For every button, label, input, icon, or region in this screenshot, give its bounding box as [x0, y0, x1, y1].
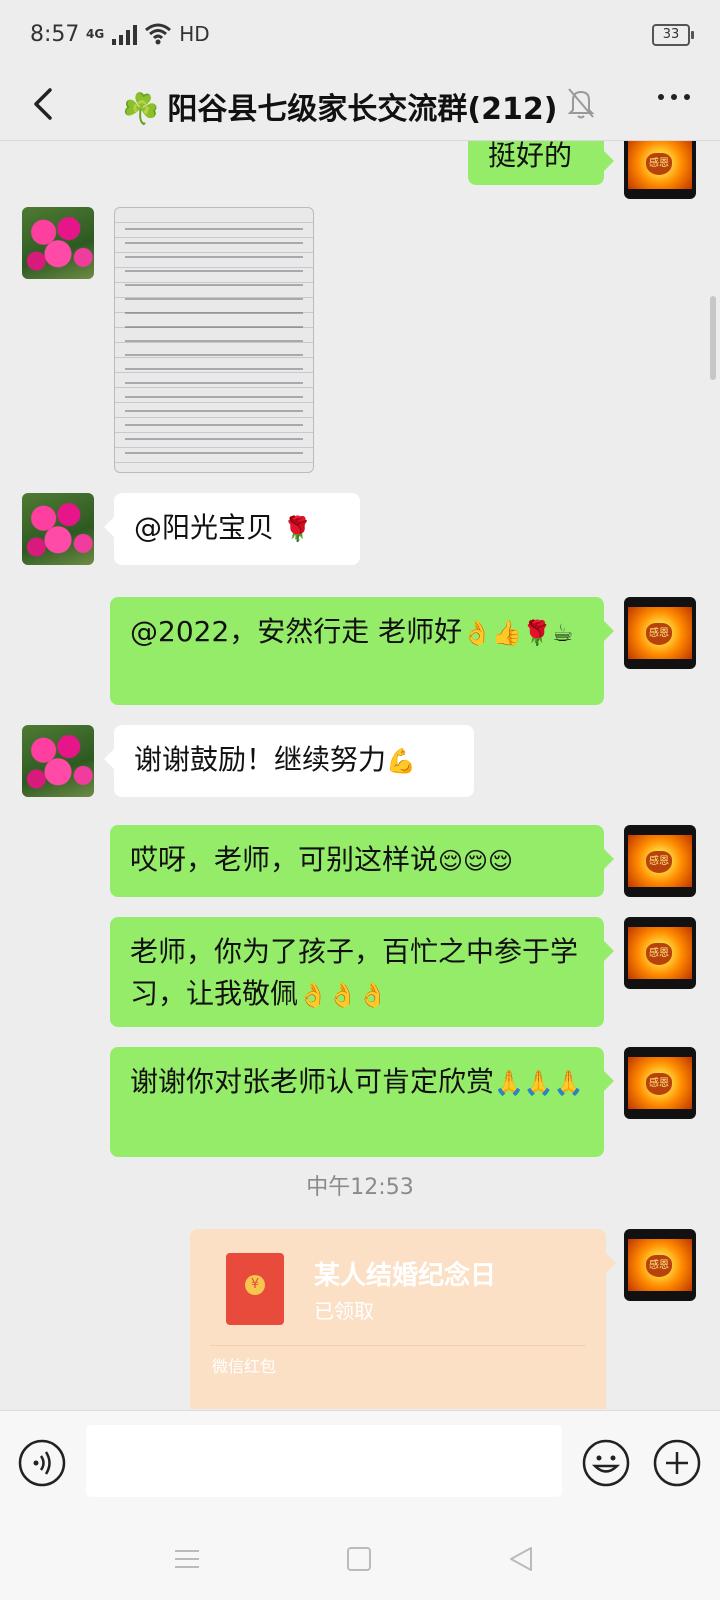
plus-icon[interactable]: [653, 1439, 701, 1487]
message-text: @2022，安然行走 老师好: [130, 615, 463, 648]
avatar-other[interactable]: [22, 493, 94, 565]
message-bubble-self[interactable]: @2022，安然行走 老师好👌👍🌹☕: [110, 597, 614, 705]
message-bubble-self[interactable]: 挺好的: [468, 141, 614, 185]
emoji-group: 😌😌😌: [438, 847, 514, 875]
back-triangle-icon[interactable]: [506, 1544, 536, 1574]
emoji-group: 👌👌👌: [298, 981, 388, 1009]
wifi-icon: [145, 23, 172, 45]
divider: [210, 1345, 586, 1346]
message-text: 谢谢鼓励！继续努力: [134, 743, 387, 776]
avatar-self[interactable]: 感恩: [624, 825, 696, 897]
rose-emoji: 🌹: [282, 515, 313, 543]
home-icon[interactable]: [344, 1544, 374, 1574]
status-bar: 8:57 4G HD 33: [0, 0, 720, 70]
more-dots-icon[interactable]: [658, 94, 690, 100]
message-bubble-other[interactable]: @阳光宝贝 🌹: [104, 493, 360, 565]
message-text: @阳光宝贝: [134, 511, 283, 544]
network-indicator: 4G HD: [86, 22, 210, 46]
message-bubble-other[interactable]: 谢谢鼓励！继续努力💪: [104, 725, 474, 797]
status-time: 8:57: [30, 22, 80, 47]
chat-title: ☘️ 阳谷县七级家长交流群(212): [122, 84, 557, 128]
emoji-group: 👌👍🌹☕: [462, 619, 574, 647]
battery-icon: 33: [652, 24, 694, 46]
avatar-self[interactable]: 感恩: [624, 1229, 696, 1301]
clover-icon: ☘️: [122, 92, 160, 127]
emoji-group: 🙏🙏🙏: [494, 1069, 584, 1097]
red-envelope-icon: ¥: [226, 1253, 284, 1325]
scrollbar[interactable]: [710, 296, 716, 380]
hd-indicator: HD: [179, 22, 210, 46]
red-packet-footer: 微信红包: [212, 1357, 277, 1376]
muscle-emoji: 💪: [386, 747, 416, 775]
battery-level: 33: [662, 27, 680, 42]
message-text: 挺好的: [488, 141, 573, 172]
avatar-other[interactable]: [22, 725, 94, 797]
voice-icon[interactable]: [18, 1439, 66, 1487]
bell-off-icon: [567, 88, 595, 119]
message-input[interactable]: [86, 1425, 562, 1497]
emoji-icon[interactable]: [582, 1439, 630, 1487]
message-image[interactable]: [114, 207, 314, 473]
avatar-self[interactable]: 感恩: [624, 1047, 696, 1119]
message-bubble-self[interactable]: 谢谢你对张老师认可肯定欣赏🙏🙏🙏: [110, 1047, 614, 1157]
menu-icon[interactable]: [172, 1544, 202, 1574]
red-packet-card[interactable]: ¥ 某人结婚纪念日 已领取 微信红包: [190, 1229, 616, 1409]
message-text: 谢谢你对张老师认可肯定欣赏: [130, 1065, 495, 1098]
timestamp-label: 中午12:53: [306, 1175, 414, 1200]
message-bubble-self[interactable]: 哎呀，老师，可别这样说😌😌😌: [110, 825, 614, 897]
message-text: 哎呀，老师，可别这样说: [130, 843, 439, 876]
message-list[interactable]: 挺好的 感恩 @阳光宝贝 🌹 @2022，安然行走 老师好👌👍🌹☕ 感恩 谢谢鼓…: [0, 141, 720, 1409]
avatar-other[interactable]: [22, 207, 94, 279]
signal-icon: [112, 23, 138, 45]
red-packet-title: 某人结婚纪念日: [314, 1261, 497, 1291]
chat-header: ☘️ 阳谷县七级家长交流群(212): [0, 70, 720, 141]
network-type: 4G: [86, 27, 105, 41]
message-bubble-self[interactable]: 老师，你为了孩子，百忙之中参于学习，让我敬佩👌👌👌: [110, 917, 614, 1027]
input-bar: [0, 1410, 720, 1521]
system-nav-bar: [0, 1520, 720, 1600]
red-packet-status: 已领取: [314, 1299, 374, 1323]
avatar-self[interactable]: 感恩: [624, 141, 696, 199]
avatar-self[interactable]: 感恩: [624, 597, 696, 669]
chevron-left-icon[interactable]: [22, 82, 66, 126]
group-name: 阳谷县七级家长交流群(212): [167, 92, 558, 127]
avatar-self[interactable]: 感恩: [624, 917, 696, 989]
